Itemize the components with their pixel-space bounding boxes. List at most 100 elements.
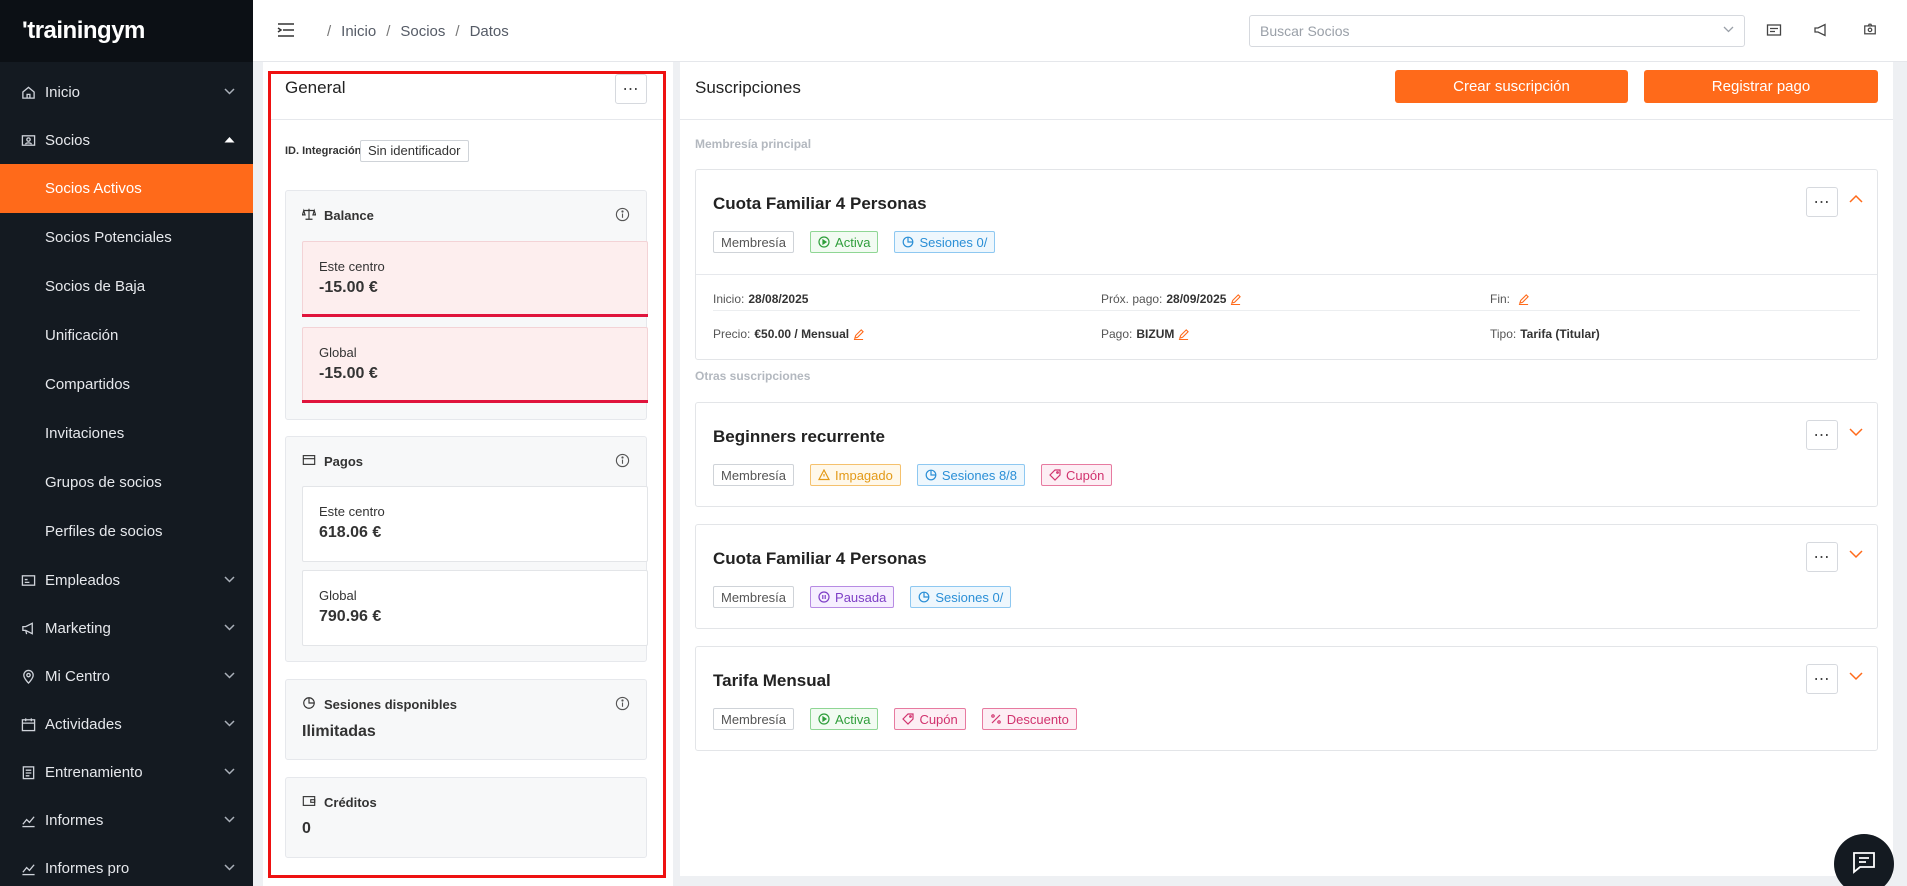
- sidebar-subitem-socios-potenciales[interactable]: Socios Potenciales: [0, 213, 253, 262]
- balance-title: Balance: [324, 208, 374, 223]
- balance-global-box: Global -15.00 €: [302, 327, 648, 403]
- edit-pencil-icon[interactable]: [1518, 293, 1529, 305]
- create-subscription-button[interactable]: Crear suscripción: [1395, 70, 1628, 103]
- detail-fin: Fin:: [1490, 292, 1529, 306]
- chevron-up-icon[interactable]: [1849, 192, 1863, 206]
- integration-id-value: Sin identificador: [360, 140, 469, 162]
- pagos-center-value: 618.06 €: [319, 524, 382, 541]
- chevron-down-icon: [224, 718, 235, 730]
- pause-icon: [818, 591, 830, 603]
- detail-precio: Precio: €50.00 / Mensual: [713, 327, 864, 341]
- chevron-down-icon: [224, 814, 235, 826]
- info-icon[interactable]: [615, 207, 630, 222]
- pie-chart-icon: [918, 591, 930, 603]
- breadcrumb: / Inicio / Socios / Datos: [327, 23, 509, 40]
- sidebar-subitem-socios-de-baja[interactable]: Socios de Baja: [0, 262, 253, 311]
- sidebar-item-entrenamiento[interactable]: Entrenamiento: [0, 748, 253, 796]
- pagos-global-value: 790.96 €: [319, 608, 382, 625]
- info-icon[interactable]: [615, 453, 630, 468]
- edit-pencil-icon[interactable]: [1230, 293, 1242, 305]
- edit-pencil-icon[interactable]: [1178, 328, 1190, 340]
- subscriptions-title: Suscripciones: [695, 78, 801, 97]
- percent-icon: [990, 714, 1001, 724]
- register-payment-button[interactable]: Registrar pago: [1644, 70, 1878, 103]
- chevron-down-icon[interactable]: [1849, 425, 1863, 439]
- breadcrumb-datos: Datos: [469, 23, 509, 40]
- logo-text: 'trainingym: [22, 17, 145, 44]
- tag-sesiones: Sesiones 0/: [894, 231, 996, 253]
- sidebar-item-informes[interactable]: Informes: [0, 796, 253, 844]
- sidebar-subitem-perfiles-de-socios[interactable]: Perfiles de socios: [0, 507, 253, 556]
- sidebar-subitem-compartidos[interactable]: Compartidos: [0, 360, 253, 409]
- tag-list: Membresía Activa Cupón Descuento: [713, 708, 1077, 730]
- tag-pausada: Pausada: [810, 586, 895, 608]
- sidebar-subitem-grupos-de-socios[interactable]: Grupos de socios: [0, 458, 253, 507]
- general-more-button[interactable]: ⋯: [615, 74, 647, 104]
- pagos-card: Pagos Este centro 618.06 € Global 790.96…: [285, 436, 648, 662]
- calendar-icon: [20, 716, 36, 732]
- search-input[interactable]: Buscar Socios: [1249, 15, 1745, 47]
- balance-center-label: Este centro: [319, 259, 385, 274]
- chevron-down-icon[interactable]: [1849, 547, 1863, 561]
- sidebar-subitem-unificacion[interactable]: Unificación: [0, 311, 253, 360]
- wallet-icon: [302, 794, 316, 811]
- logo[interactable]: 'trainingym: [0, 0, 253, 62]
- breadcrumb-socios[interactable]: Socios: [400, 23, 445, 40]
- subscription-card: Tarifa Mensual ⋯ Membresía Activa Cupón …: [695, 646, 1878, 751]
- balance-scale-icon: [301, 207, 317, 224]
- location-pin-icon: [20, 668, 36, 684]
- subscription-name[interactable]: Cuota Familiar 4 Personas: [713, 194, 927, 214]
- subscription-more-button[interactable]: ⋯: [1806, 664, 1838, 694]
- trend-pro-icon: [20, 860, 36, 876]
- subscription-more-button[interactable]: ⋯: [1806, 420, 1838, 450]
- sidebar-item-marketing[interactable]: Marketing: [0, 604, 253, 652]
- subscription-name[interactable]: Tarifa Mensual: [713, 671, 831, 691]
- sidebar-item-empleados[interactable]: Empleados: [0, 556, 253, 604]
- pagos-center-label: Este centro: [319, 504, 385, 519]
- camera-icon[interactable]: [1863, 22, 1881, 40]
- subscription-card: Cuota Familiar 4 Personas ⋯ Membresía Pa…: [695, 524, 1878, 629]
- sidebar-subitem-invitaciones[interactable]: Invitaciones: [0, 409, 253, 458]
- sidebar-subitem-socios-activos[interactable]: Socios Activos: [0, 164, 253, 213]
- chat-support-button[interactable]: [1834, 834, 1894, 886]
- chevron-down-icon[interactable]: [1849, 669, 1863, 683]
- detail-inicio: Inicio: 28/08/2025: [713, 292, 809, 306]
- menu-toggle-icon[interactable]: [277, 22, 295, 38]
- chevron-down-icon: [224, 574, 235, 586]
- breadcrumb-inicio[interactable]: Inicio: [341, 23, 376, 40]
- balance-center-value: -15.00 €: [319, 279, 378, 296]
- coupon-icon: [902, 713, 915, 725]
- balance-global-value: -15.00 €: [319, 365, 378, 382]
- sidebar-item-socios[interactable]: Socios: [0, 116, 253, 164]
- edit-pencil-icon[interactable]: [853, 328, 864, 340]
- subscription-name[interactable]: Cuota Familiar 4 Personas: [713, 549, 927, 569]
- id-card-icon[interactable]: [1766, 22, 1784, 40]
- sidebar-item-informes-pro[interactable]: Informes pro: [0, 844, 253, 886]
- sidebar-item-inicio[interactable]: Inicio: [0, 68, 253, 116]
- tag-list: Membresía Activa Sesiones 0/: [713, 231, 996, 253]
- subscription-more-button[interactable]: ⋯: [1806, 542, 1838, 572]
- other-subscriptions-label: Otras suscripciones: [695, 369, 811, 383]
- subscription-more-button[interactable]: ⋯: [1806, 187, 1838, 217]
- credit-card-icon: [302, 453, 316, 470]
- tag-list: Membresía Pausada Sesiones 0/: [713, 586, 1012, 608]
- main-membership-label: Membresía principal: [695, 137, 812, 151]
- pagos-center-box: Este centro 618.06 €: [302, 486, 648, 562]
- sidebar-item-mi-centro[interactable]: Mi Centro: [0, 652, 253, 700]
- tag-membresia: Membresía: [713, 464, 795, 486]
- creditos-card: Créditos 0: [285, 777, 647, 858]
- pie-chart-icon: [302, 696, 316, 713]
- detail-tipo: Tipo: Tarifa (Titular): [1490, 327, 1600, 341]
- chevron-down-icon: [224, 622, 235, 634]
- subscription-name[interactable]: Beginners recurrente: [713, 427, 885, 447]
- megaphone-icon[interactable]: [1813, 22, 1831, 40]
- sesiones-title: Sesiones disponibles: [324, 697, 457, 712]
- balance-center-box: Este centro -15.00 €: [302, 241, 648, 317]
- pie-chart-icon: [925, 469, 937, 481]
- clipboard-icon: [20, 764, 36, 780]
- tag-descuento: Descuento: [981, 708, 1077, 730]
- info-icon[interactable]: [615, 696, 630, 711]
- creditos-title: Créditos: [324, 795, 377, 810]
- tag-list: Membresía Impagado Sesiones 8/8 Cupón: [713, 464, 1113, 486]
- sidebar-item-actividades[interactable]: Actividades: [0, 700, 253, 748]
